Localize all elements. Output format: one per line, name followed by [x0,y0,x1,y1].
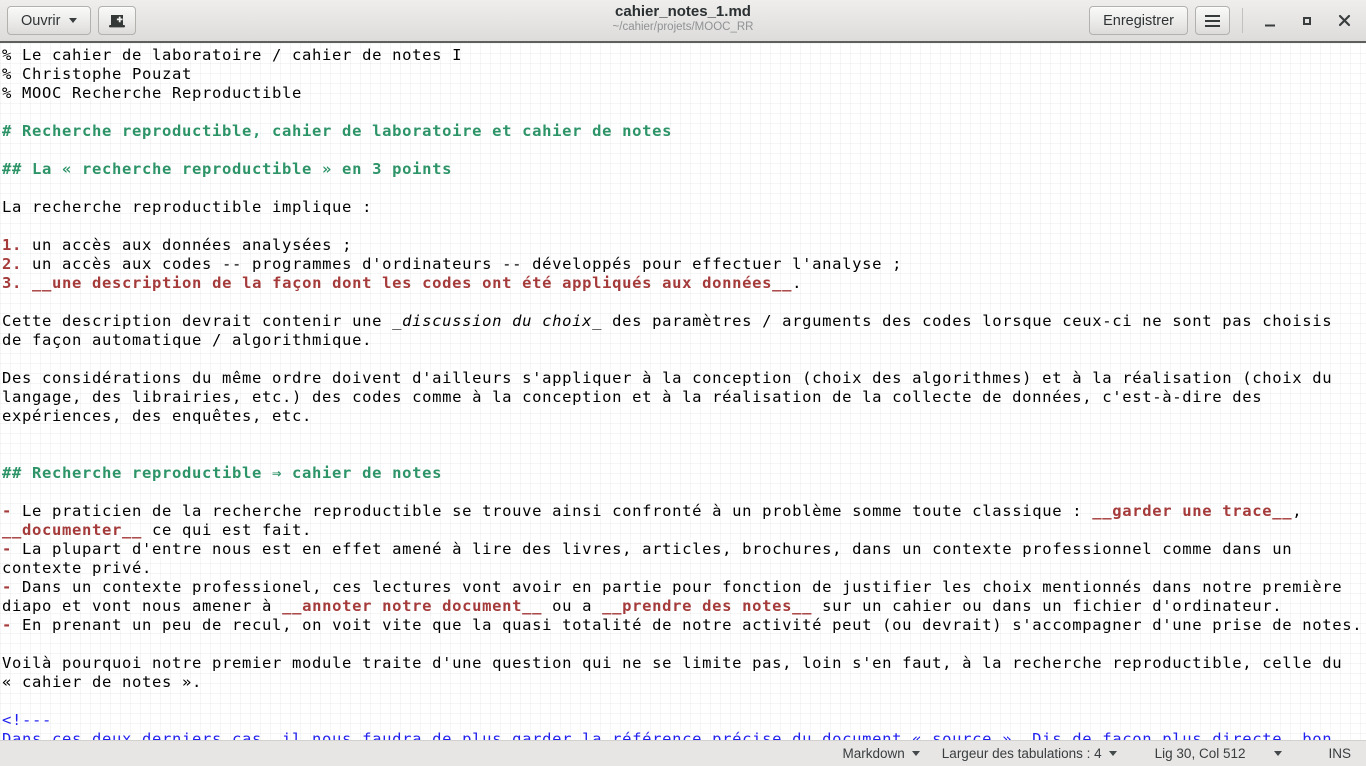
cursor-position-label: Lig 30, Col 512 [1155,746,1246,761]
menu-icon [1205,15,1220,27]
editor-line [2,103,1366,122]
headerbar: cahier_notes_1.md ~/cahier/projets/MOOC_… [0,0,1366,43]
editor-line: ## La « recherche reproductible » en 3 p… [2,160,1366,179]
maximize-button[interactable] [1292,6,1322,36]
overwrite-mode-indicator: INS [1328,746,1351,761]
editor-line: # Recherche reproductible, cahier de lab… [2,122,1366,141]
headerbar-separator [1242,8,1243,33]
editor-line: ## Recherche reproductible ⇒ cahier de n… [2,464,1366,483]
gedit-window: cahier_notes_1.md ~/cahier/projets/MOOC_… [0,0,1366,766]
editor-line: - En prenant un peu de recul, on voit vi… [2,616,1366,635]
editor-line: diapo et vont nous amener à __annoter no… [2,597,1366,616]
editor-line [2,217,1366,236]
close-button[interactable] [1329,6,1359,36]
editor-line: 1. un accès aux données analysées ; [2,236,1366,255]
open-button-label: Ouvrir [21,13,60,29]
headerbar-right: Enregistrer [1089,6,1359,36]
editor-line: Des considérations du même ordre doivent… [2,369,1366,388]
language-selector[interactable]: Markdown [843,746,920,761]
editor-line: % MOOC Recherche Reproductible [2,84,1366,103]
save-button[interactable]: Enregistrer [1089,6,1188,35]
editor-line: % Christophe Pouzat [2,65,1366,84]
menu-button[interactable] [1195,6,1230,35]
headerbar-left: Ouvrir [7,6,136,35]
editor-line: contexte privé. [2,559,1366,578]
editor-line [2,426,1366,445]
editor-line: - La plupart d'entre nous est en effet a… [2,540,1366,559]
new-document-button[interactable] [98,6,136,35]
tab-width-dropdown-icon [1109,751,1117,756]
minimize-button[interactable] [1255,6,1285,36]
editor-content[interactable]: % Le cahier de laboratoire / cahier de n… [0,43,1366,740]
editor-line: <!--- [2,711,1366,730]
editor-line [2,692,1366,711]
editor-line: Voilà pourquoi notre premier module trai… [2,654,1366,673]
editor-line: - Dans un contexte professionel, ces lec… [2,578,1366,597]
new-document-icon [108,12,126,29]
open-button[interactable]: Ouvrir [7,6,91,35]
editor-line [2,445,1366,464]
cursor-position-dropdown-icon [1274,751,1282,756]
save-button-label: Enregistrer [1103,13,1174,29]
editor-line [2,483,1366,502]
editor-line: Cette description devrait contenir une _… [2,312,1366,331]
editor-line [2,141,1366,160]
editor-line: % Le cahier de laboratoire / cahier de n… [2,46,1366,65]
statusbar: Markdown Largeur des tabulations : 4 Lig… [0,740,1366,766]
editor-line [2,179,1366,198]
language-dropdown-icon [912,751,920,756]
tab-width-label: Largeur des tabulations : 4 [942,746,1102,761]
editor-line: - Le praticien de la recherche reproduct… [2,502,1366,521]
minimize-icon [1263,14,1277,28]
close-icon [1337,13,1352,28]
editor-line: __documenter__ ce qui est fait. [2,521,1366,540]
open-dropdown-arrow-icon [69,18,77,23]
editor-line: langage, des librairies, etc.) des codes… [2,388,1366,407]
cursor-position-selector[interactable]: Lig 30, Col 512 [1155,746,1283,761]
editor-line: de façon automatique / algorithmique. [2,331,1366,350]
overwrite-mode-label: INS [1328,746,1351,761]
editor-line: 3. __une description de la façon dont le… [2,274,1366,293]
tab-width-selector[interactable]: Largeur des tabulations : 4 [942,746,1117,761]
editor-line: Dans ces deux derniers cas, il nous faud… [2,730,1366,740]
editor-line: « cahier de notes ». [2,673,1366,692]
editor-line: expériences, des enquêtes, etc. [2,407,1366,426]
editor-line: La recherche reproductible implique : [2,198,1366,217]
editor-line [2,293,1366,312]
editor-line: 2. un accès aux codes -- programmes d'or… [2,255,1366,274]
editor-line [2,350,1366,369]
maximize-icon [1300,14,1314,28]
language-label: Markdown [843,746,905,761]
editor-line [2,635,1366,654]
